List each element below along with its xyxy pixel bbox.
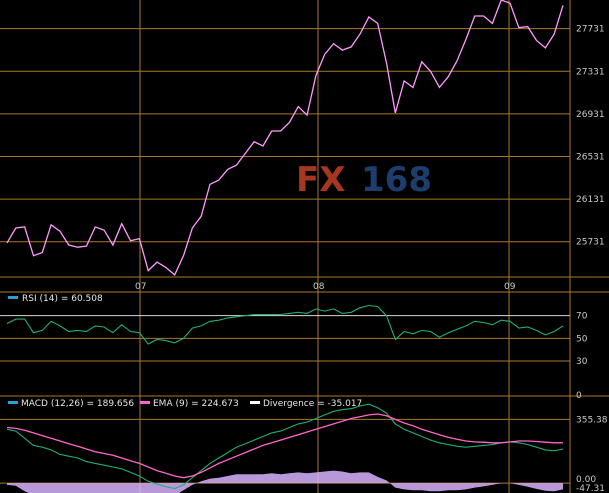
price-tick-label: 26531 [576,153,605,163]
watermark-168: 168 [361,160,432,200]
date-tick-09: 09 [504,282,516,292]
price-tick-label: 27731 [576,25,605,35]
price-tick-label: 26931 [576,110,605,120]
rsi-tick-label: 70 [576,312,588,322]
rsi-legend-text: RSI (14) = 60.508 [22,294,103,304]
date-tick-07: 07 [135,282,146,292]
rsi-tick-label: 50 [576,334,588,344]
macd-legend-marker [8,401,18,404]
rsi-legend-marker [8,296,18,299]
price-tick-label: 25731 [576,238,605,248]
ema-legend-text: EMA (9) = 224.673 [153,399,239,409]
price-tick-label: 26131 [576,195,605,205]
watermark: FX 168 [296,160,432,200]
ema-legend-marker [140,401,150,404]
rsi-tick-label: 0 [576,391,582,401]
divergence-legend-text: Divergence = -35.017 [263,399,362,409]
macd-tick-label: -47.31 [576,484,605,493]
price-tick-label: 27331 [576,67,605,77]
macd-tick-label: 355.38 [576,415,608,425]
rsi-tick-label: 30 [576,357,588,367]
macd-legend-text: MACD (12,26) = 189.656 [21,399,134,409]
stock-chart: FX 168 25731261312653126931273312773107 0… [0,0,609,493]
divergence-legend-marker [250,401,260,404]
watermark-fx: FX [296,160,345,200]
chart-stage: FX 168 25731 26131 26531 26931 27331 27731 07 0… [0,0,609,493]
date-tick-08: 08 [313,282,325,292]
